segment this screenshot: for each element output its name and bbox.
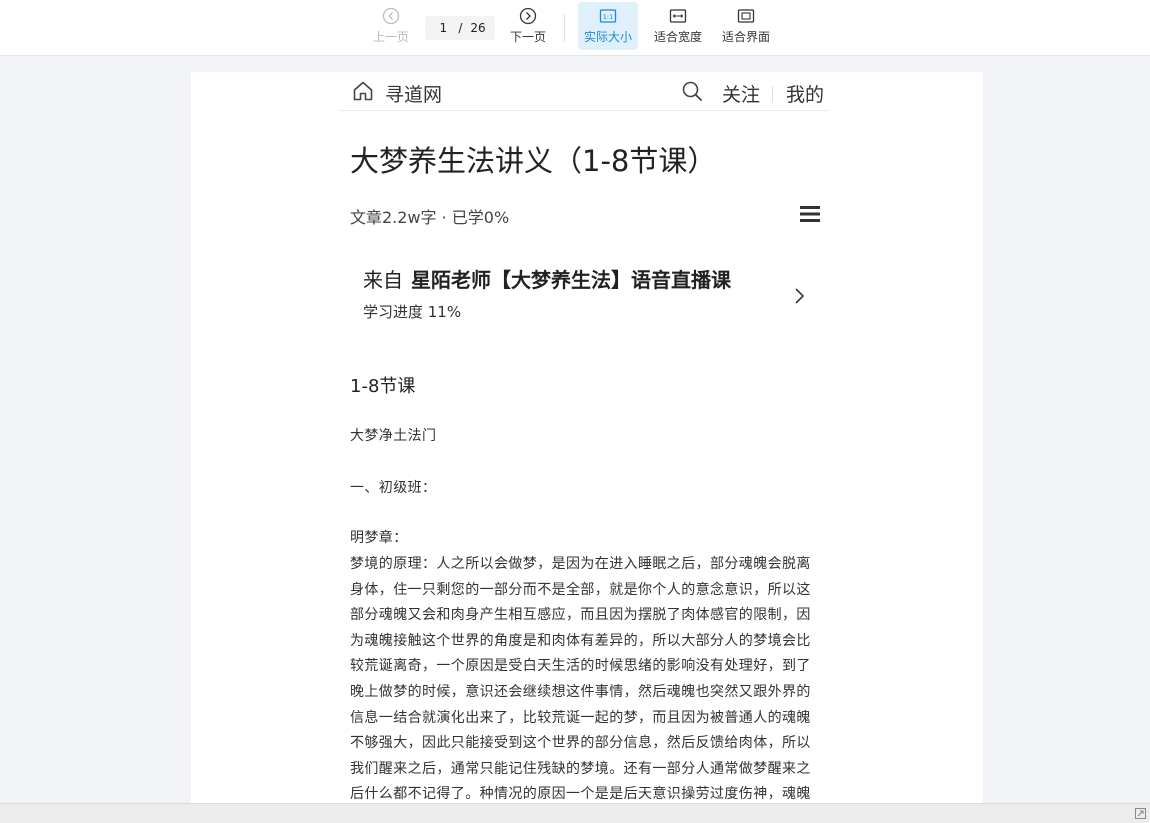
- next-page-label: 下一页: [509, 30, 546, 44]
- source-course-name: 星陌老师【大梦养生法】语音直播课: [411, 268, 731, 292]
- current-page-input[interactable]: 1: [434, 21, 452, 35]
- resize-corner-icon[interactable]: [1135, 808, 1146, 819]
- section-heading: 1-8节课: [350, 376, 416, 397]
- menu-icon[interactable]: [800, 206, 820, 222]
- document-meta: 文章2.2w字 · 已学0%: [350, 208, 510, 227]
- fit-width-icon: [669, 9, 687, 23]
- source-prefix: 来自: [363, 268, 403, 292]
- page-indicator: 1 / 26: [425, 16, 495, 40]
- prev-page-button[interactable]: 上一页: [366, 2, 416, 50]
- fit-page-button[interactable]: 适合界面: [716, 2, 776, 50]
- toolbar-divider: [564, 14, 565, 42]
- content-paragraph: 明梦章：: [350, 530, 408, 546]
- prev-page-label: 上一页: [372, 30, 409, 44]
- search-icon[interactable]: [681, 80, 703, 102]
- content-paragraph: 大梦净土法门: [350, 428, 437, 444]
- document-page: 寻道网 关注 我的 大梦养生法讲义（1-8节课） 文章2.2w字 · 已学0% …: [191, 72, 983, 812]
- site-name[interactable]: 寻道网: [385, 80, 442, 107]
- header-divider: [772, 86, 773, 102]
- fit-width-button[interactable]: 适合宽度: [648, 2, 708, 50]
- actual-size-label: 实际大小: [583, 30, 632, 44]
- circle-chevron-left-icon: [382, 7, 400, 25]
- chevron-right-icon[interactable]: [793, 286, 807, 306]
- page-separator: /: [458, 21, 463, 35]
- source-course-card[interactable]: 来自 星陌老师【大梦养生法】语音直播课 学习进度 11%: [350, 248, 820, 338]
- bottom-status-bar: [0, 803, 1150, 823]
- fit-page-icon: [737, 9, 755, 23]
- fit-width-label: 适合宽度: [653, 30, 702, 44]
- home-icon[interactable]: [352, 80, 374, 102]
- content-paragraph: 梦境的原理：人之所以会做梦，是因为在进入睡眠之后，部分魂魄会脱离身体，住一只剩您…: [350, 556, 811, 803]
- follow-link[interactable]: 关注: [722, 80, 760, 107]
- document-title: 大梦养生法讲义（1-8节课）: [350, 144, 717, 178]
- content-paragraph: 一、初级班：: [350, 480, 437, 496]
- learning-progress: 学习进度 11%: [363, 303, 462, 321]
- source-line: 来自 星陌老师【大梦养生法】语音直播课: [363, 264, 731, 293]
- mine-link[interactable]: 我的: [786, 80, 824, 107]
- fit-page-label: 适合界面: [721, 30, 770, 44]
- circle-chevron-right-icon: [519, 7, 537, 25]
- next-page-button[interactable]: 下一页: [503, 2, 553, 50]
- site-header: 寻道网 关注 我的: [338, 72, 830, 111]
- actual-size-button[interactable]: 1:1 实际大小: [578, 2, 638, 50]
- svg-text:1:1: 1:1: [603, 13, 613, 21]
- viewer-toolbar: 上一页 1 / 26 下一页 1:1 实际大小 适合宽度 适合界面: [0, 0, 1150, 56]
- total-pages: 26: [470, 21, 486, 35]
- actual-size-icon: 1:1: [599, 9, 617, 23]
